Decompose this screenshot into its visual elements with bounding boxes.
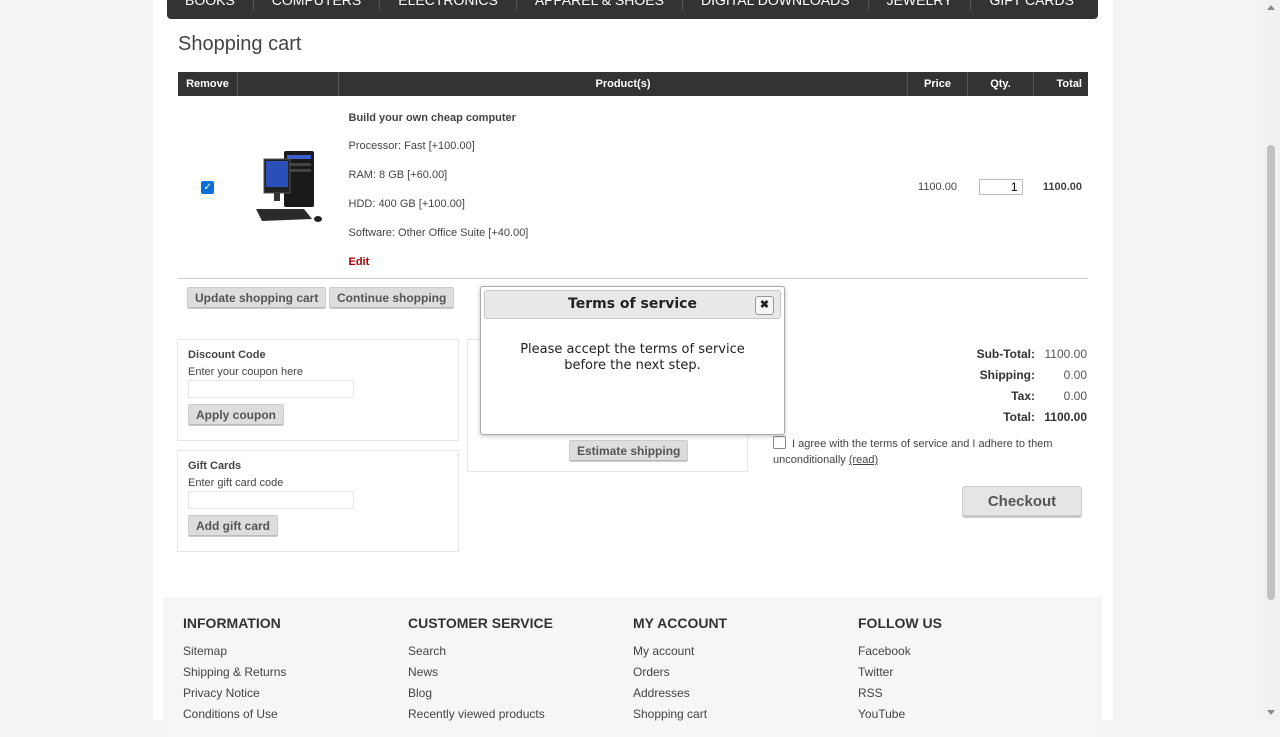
dialog-titlebar[interactable]: Terms of service ✖ <box>484 290 781 319</box>
close-icon[interactable]: ✖ <box>755 296 774 315</box>
giftcard-input[interactable] <box>188 491 354 509</box>
footer-link[interactable]: Facebook <box>858 644 1078 665</box>
footer-column-customer-service: CUSTOMER SERVICE Search News Blog Recent… <box>408 615 628 728</box>
footer-heading: CUSTOMER SERVICE <box>408 615 553 631</box>
footer-heading: MY ACCOUNT <box>633 615 728 631</box>
shipping-value: 0.00 <box>1063 367 1087 382</box>
footer-link[interactable]: Privacy Notice <box>183 686 403 707</box>
col-header-total: Total <box>1033 72 1088 96</box>
footer-link[interactable]: Addresses <box>633 686 853 707</box>
top-menu: BOOKS COMPUTERS ELECTRONICS APPAREL & SH… <box>167 0 1098 19</box>
giftcard-title: Gift Cards <box>188 460 242 472</box>
menu-item-jewelry[interactable]: JEWELRY <box>869 0 972 10</box>
checkout-button[interactable]: Checkout <box>962 486 1082 518</box>
col-header-product: Product(s) <box>338 72 908 96</box>
product-details-cell: Build your own cheap computer Processor:… <box>338 96 908 279</box>
footer-link[interactable]: Sitemap <box>183 644 403 665</box>
product-image-cell <box>237 96 339 279</box>
order-totals: Sub-Total: 1100.00 Shipping: 0.00 Tax: 0.00… <box>953 343 1087 427</box>
product-attribute: Processor: Fast [+100.00] <box>348 140 475 152</box>
giftcard-hint: Enter gift card code <box>188 477 284 489</box>
footer-link[interactable]: Orders <box>633 665 853 686</box>
footer-link[interactable]: My account <box>633 644 853 665</box>
terms-read-link[interactable]: (read) <box>849 454 878 466</box>
menu-item-electronics[interactable]: ELECTRONICS <box>380 0 517 10</box>
subtotal-value: 1100.00 <box>1044 346 1088 361</box>
terms-checkbox[interactable] <box>773 436 786 449</box>
menu-item-apparel-shoes[interactable]: APPAREL & SHOES <box>517 0 683 10</box>
footer-link[interactable]: YouTube <box>858 707 1078 728</box>
cart-table: Remove Product(s) Price Qty. Total ✓ Bui… <box>178 72 1088 279</box>
menu-item-computers[interactable]: COMPUTERS <box>254 0 381 10</box>
edit-link[interactable]: Edit <box>349 256 898 268</box>
col-header-image <box>237 72 339 96</box>
shipping-label: Shipping: <box>979 367 1035 382</box>
dialog-message: Please accept the terms of service befor… <box>520 342 745 373</box>
discount-title: Discount Code <box>188 349 266 361</box>
unit-price: 1100.00 <box>907 96 968 279</box>
table-row: ✓ Build your own cheap computer Processo… <box>178 96 1088 279</box>
scroll-down-icon[interactable] <box>1267 710 1275 715</box>
tax-label: Tax: <box>1011 388 1035 403</box>
product-attribute: RAM: 8 GB [+60.00] <box>348 169 448 181</box>
footer-link[interactable]: Shopping cart <box>633 707 853 728</box>
footer-link[interactable]: Shipping & Returns <box>183 665 403 686</box>
line-total: 1100.00 <box>1033 96 1088 279</box>
footer-link[interactable]: RSS <box>858 686 1078 707</box>
footer-heading: FOLLOW US <box>858 615 942 631</box>
menu-item-digital-downloads[interactable]: DIGITAL DOWNLOADS <box>683 0 869 10</box>
product-attribute: Software: Other Office Suite [+40.00] <box>348 227 529 239</box>
qty-cell <box>967 96 1034 279</box>
remove-cell: ✓ <box>178 96 238 279</box>
remove-checkbox[interactable]: ✓ <box>201 180 215 194</box>
col-header-qty: Qty. <box>967 72 1034 96</box>
page-scrollbar[interactable] <box>1263 0 1280 720</box>
scrollbar-thumb[interactable] <box>1267 145 1275 600</box>
coupon-input[interactable] <box>188 380 354 398</box>
footer-column-follow-us: FOLLOW US Facebook Twitter RSS YouTube <box>858 615 1078 728</box>
footer-column-information: INFORMATION Sitemap Shipping & Returns P… <box>183 615 403 728</box>
discount-box: Discount Code Enter your coupon here App… <box>177 339 459 441</box>
scroll-up-icon[interactable] <box>1267 5 1275 10</box>
apply-coupon-button[interactable]: Apply coupon <box>188 404 284 426</box>
giftcard-box: Gift Cards Enter gift card code Add gift… <box>177 450 459 552</box>
terms-of-service-dialog: Terms of service ✖ Please accept the ter… <box>480 286 785 435</box>
page-title: Shopping cart <box>178 33 302 55</box>
update-cart-button[interactable]: Update shopping cart <box>187 287 327 309</box>
menu-item-books[interactable]: BOOKS <box>167 0 254 10</box>
subtotal-label: Sub-Total: <box>976 346 1035 361</box>
footer-heading: INFORMATION <box>183 615 281 631</box>
footer: INFORMATION Sitemap Shipping & Returns P… <box>163 597 1102 737</box>
total-label: Total: <box>1003 409 1035 424</box>
col-header-price: Price <box>907 72 968 96</box>
col-header-remove: Remove <box>178 72 238 96</box>
footer-link[interactable]: Search <box>408 644 628 665</box>
add-giftcard-button[interactable]: Add gift card <box>188 515 278 537</box>
dialog-title: Terms of service <box>568 296 697 312</box>
discount-hint: Enter your coupon here <box>188 366 303 378</box>
terms-agreement: I agree with the terms of service and I … <box>773 436 1073 468</box>
footer-column-my-account: MY ACCOUNT My account Orders Addresses S… <box>633 615 853 728</box>
footer-link[interactable]: Conditions of Use <box>183 707 403 728</box>
product-image[interactable] <box>252 147 324 225</box>
menu-item-gift-cards[interactable]: GIFT CARDS <box>971 0 1092 10</box>
footer-link[interactable]: News <box>408 665 628 686</box>
footer-link[interactable]: Blog <box>408 686 628 707</box>
qty-input[interactable] <box>978 179 1023 195</box>
total-value: 1100.00 <box>1044 409 1087 424</box>
product-attribute: HDD: 400 GB [+100.00] <box>348 198 465 210</box>
footer-link[interactable]: Recently viewed products <box>408 707 628 728</box>
terms-text: I agree with the terms of service and I … <box>773 438 1053 466</box>
tax-value: 0.00 <box>1063 388 1087 403</box>
continue-shopping-button[interactable]: Continue shopping <box>329 287 455 309</box>
footer-link[interactable]: Twitter <box>858 665 1078 686</box>
product-name-link[interactable]: Build your own cheap computer <box>349 112 898 124</box>
estimate-shipping-button[interactable]: Estimate shipping <box>569 440 689 462</box>
